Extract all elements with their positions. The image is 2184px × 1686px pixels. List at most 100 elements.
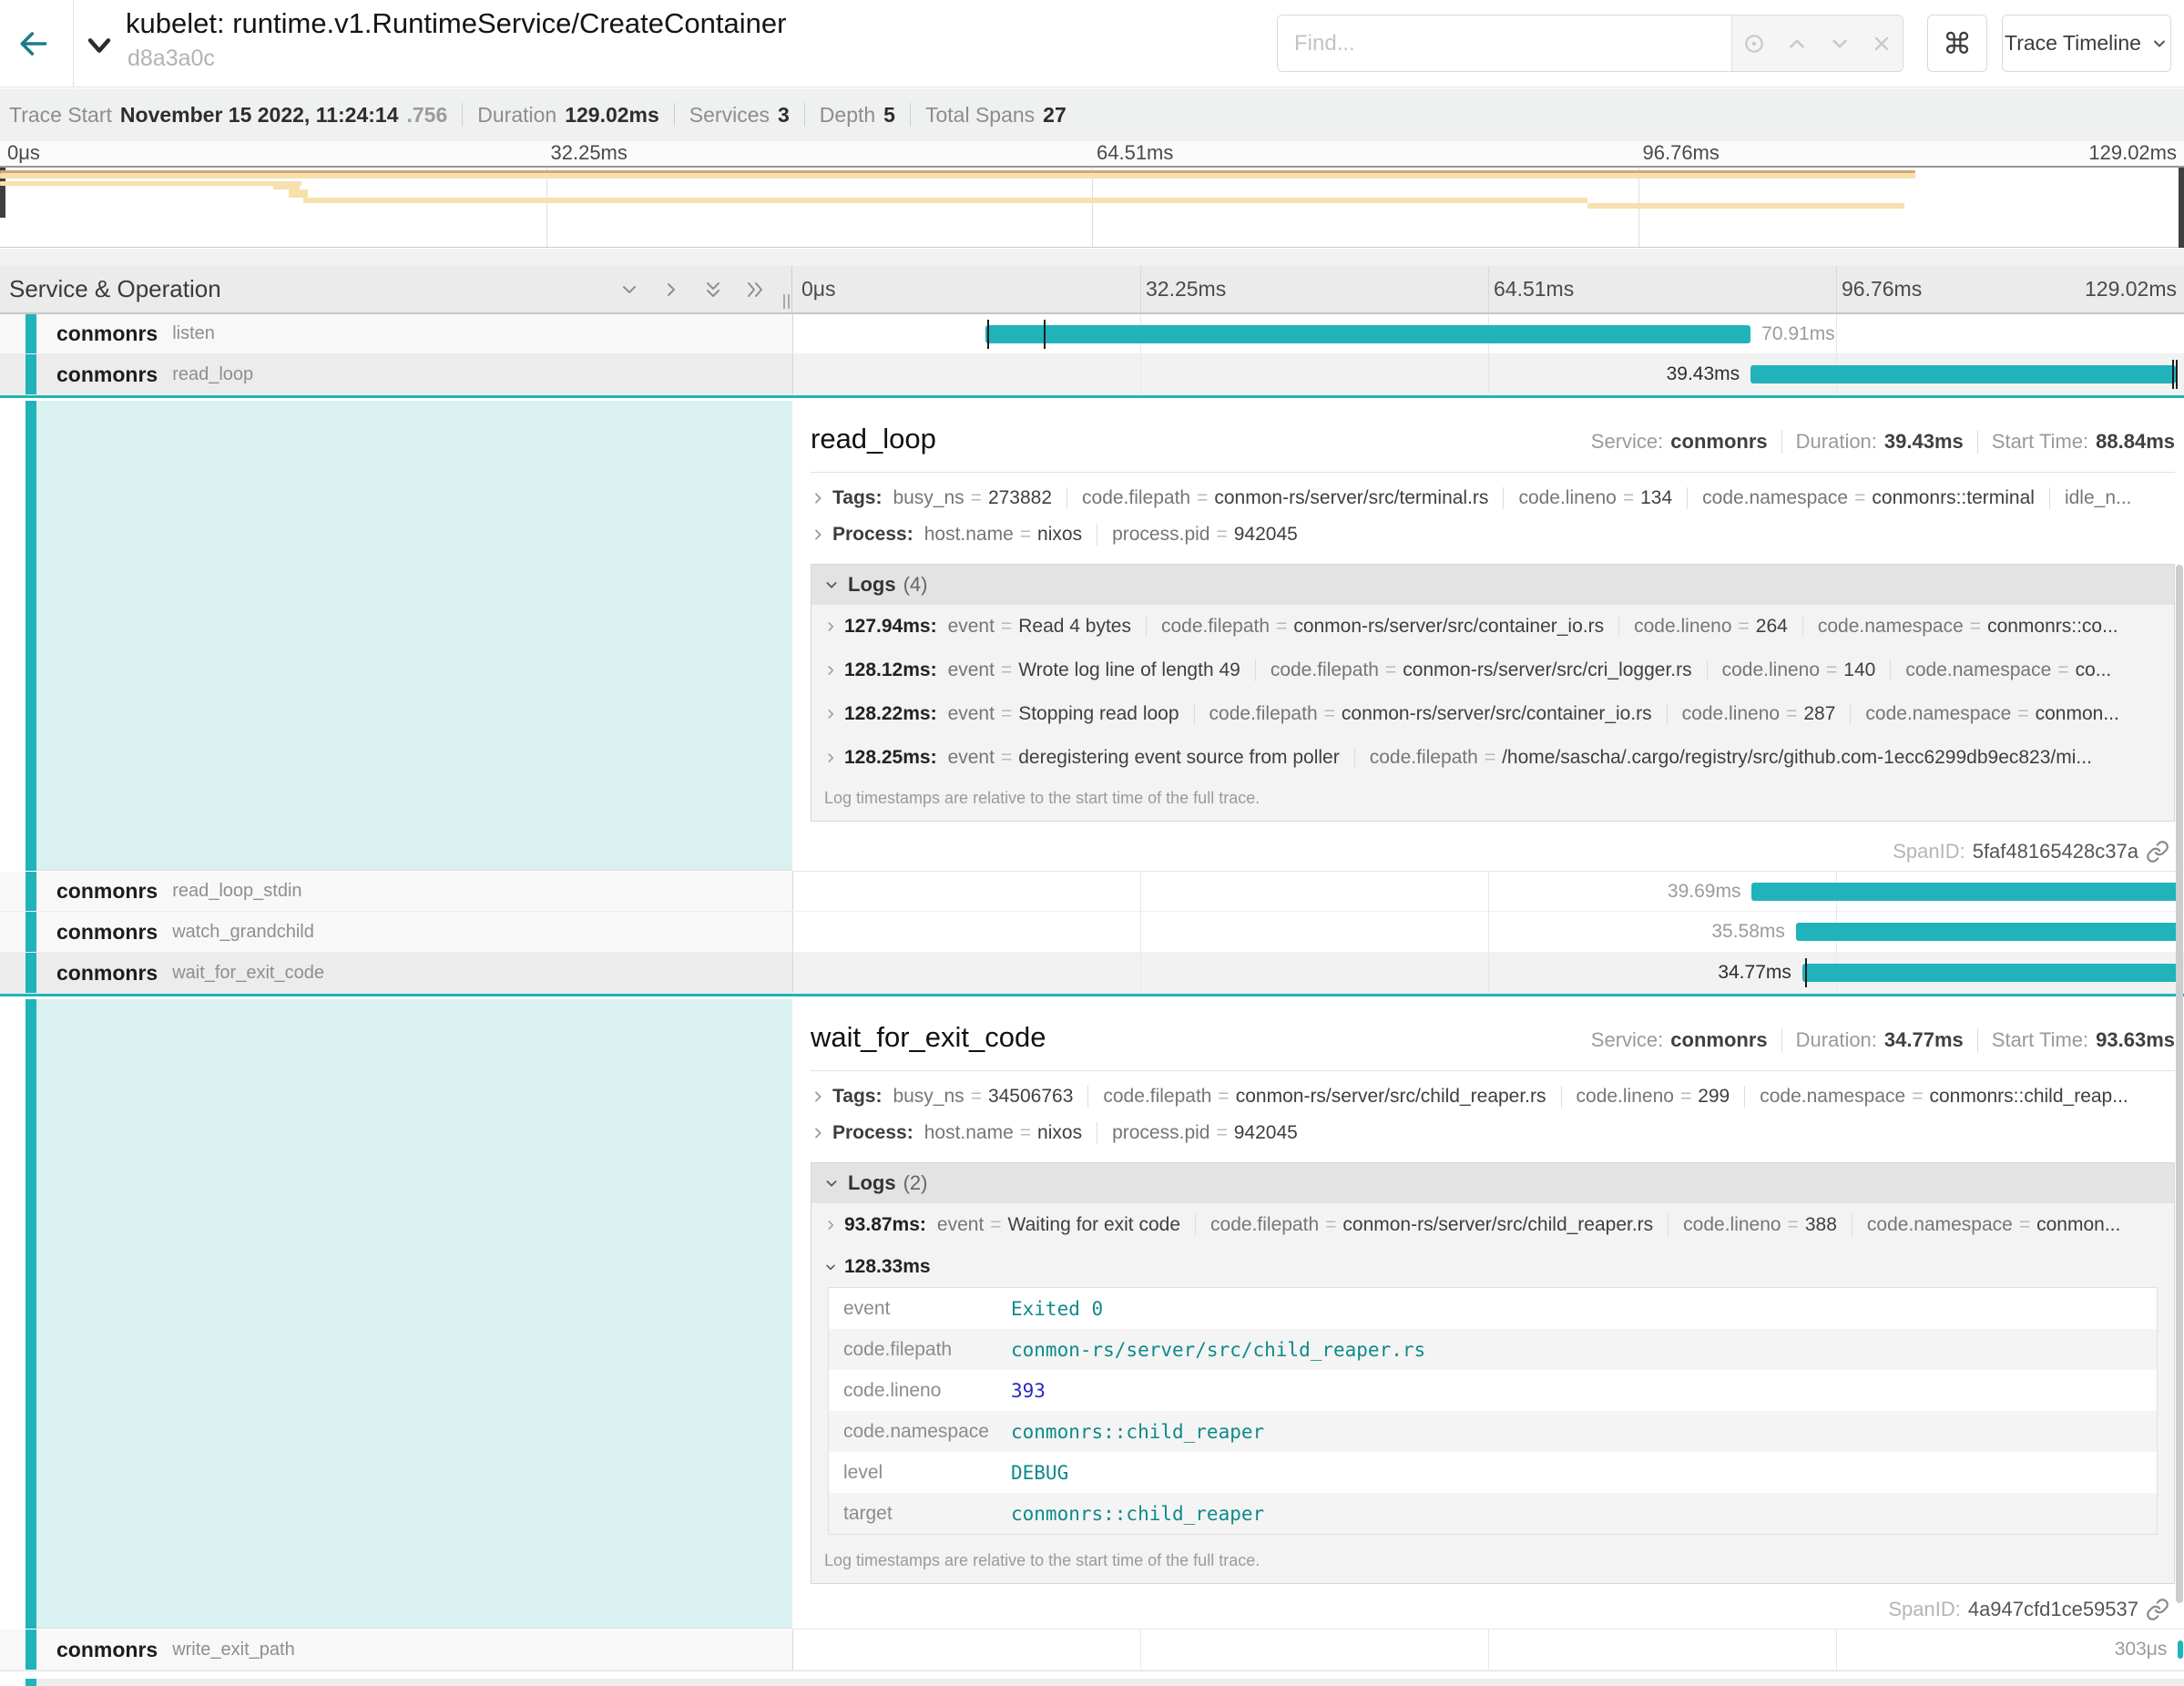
span-name-cell[interactable]: conmonrs write_exit_path [0,1630,792,1671]
tag-item: code.lineno=299 [1561,1086,1730,1108]
process-toggle[interactable]: Process: host.name=nixos process.pid=942… [811,524,2175,546]
span-timeline-cell[interactable]: 35.58ms [792,912,2184,953]
detail-divider [811,1070,2175,1071]
gridline [1140,912,1141,952]
log-entry[interactable]: 127.94ms: event=Read 4 bytes code.filepa… [811,605,2174,649]
tags-toggle[interactable]: Tags: busy_ns=273882 code.filepath=conmo… [811,487,2175,509]
log-field: event=Wrote log line of length 49 [948,659,1240,681]
operation-name: read_loop_stdin [172,881,301,902]
expand-one-icon[interactable] [660,279,682,301]
duration-value: 39.43ms [1884,430,1964,454]
log-entry[interactable]: 128.25ms: event=deregistering event sour… [811,736,2174,780]
span-bar[interactable] [1796,923,2179,941]
chevron-right-icon [824,708,837,720]
prev-match-icon[interactable] [1785,32,1809,56]
start-time-value: 93.63ms [2096,1028,2175,1052]
process-toggle[interactable]: Process: host.name=nixos process.pid=942… [811,1122,2175,1144]
trace-timeline-page: kubelet: runtime.v1.RuntimeService/Creat… [0,0,2184,1686]
span-bar[interactable] [985,325,1750,343]
span-timeline-cell[interactable]: 39.69ms [792,872,2184,912]
service-color-bar [26,953,36,993]
span-name-cell[interactable]: conmonrs read_loop [0,354,792,395]
trace-collapse-chevron-down-icon[interactable] [84,29,117,62]
kv-row: code.lineno393 [829,1370,2157,1411]
logs-toggle[interactable]: Logs (4) [811,565,2174,605]
span-row-watch-grandchild[interactable]: conmonrs watch_grandchild 35.58ms [0,912,2184,953]
expand-all-icon[interactable] [744,279,766,301]
gridline [1488,872,1489,911]
scroll-to-match-icon[interactable] [1742,32,1766,56]
log-timestamp: 128.25ms: [844,747,937,769]
span-bar[interactable] [1750,365,2176,383]
service-label: Service: [1591,1028,1663,1052]
span-tree-indent-bar [26,401,36,871]
span-row-wait-for-exit-code[interactable]: conmonrs wait_for_exit_code 34.77ms [0,953,2184,994]
service-name: conmonrs [56,920,158,945]
span-row-write-exit-path[interactable]: conmonrs write_exit_path 303μs [0,1630,2184,1671]
service-color-bar [26,354,36,394]
header-divider [73,0,74,87]
span-bar[interactable] [1802,964,2178,982]
copy-link-icon[interactable] [2146,840,2169,863]
log-entry[interactable]: 128.12ms: event=Wrote log line of length… [811,649,2174,692]
info-separator [1781,1028,1782,1052]
span-id-value: 5faf48165428c37a [1973,840,2138,863]
column-resizer[interactable] [783,294,790,309]
log-entry[interactable]: 93.87ms: event=Waiting for exit code cod… [811,1203,2174,1247]
logs-toggle[interactable]: Logs (2) [811,1163,2174,1203]
gridline [1140,354,1141,394]
collapse-one-icon[interactable] [618,279,640,301]
kv-row: levelDEBUG [829,1452,2157,1493]
span-name-cell[interactable]: conmonrs wait_for_exit_code [0,953,792,994]
logs-label: Logs [848,1171,896,1195]
back-button[interactable] [16,26,53,62]
service-color-bar [26,314,36,353]
tag-item: code.filepath=conmon-rs/server/src/child… [1087,1086,1546,1108]
minimap-span [1494,216,2175,223]
page-header: kubelet: runtime.v1.RuntimeService/Creat… [0,0,2184,87]
span-bar[interactable] [2178,1640,2183,1659]
log-entry[interactable]: 128.22ms: event=Stopping read loop code.… [811,692,2174,736]
scrub-handle-right[interactable] [2179,168,2184,248]
collapse-all-icon[interactable] [702,279,724,301]
depth-label: Depth [820,103,875,128]
duration-label: Duration: [1796,430,1877,454]
process-item: host.name=nixos [924,1122,1082,1144]
find-input[interactable] [1278,15,1731,71]
process-label: Process: [832,1122,913,1144]
span-name-cell[interactable]: conmonrs read_loop_stdin [0,872,792,912]
tick-label: 0μs [7,141,40,165]
next-match-icon[interactable] [1828,32,1852,56]
trace-view-selector[interactable]: Trace Timeline [2002,15,2171,72]
log-field: code.namespace=conmon... [1850,703,2118,725]
span-detail-card: read_loop Service:conmonrs Duration:39.4… [792,401,2184,872]
tags-toggle[interactable]: Tags: busy_ns=34506763 code.filepath=con… [811,1086,2175,1108]
copy-link-icon[interactable] [2146,1598,2169,1621]
gridline [1140,953,1141,993]
span-tree-indent-bar [26,999,36,1629]
span-timeline-cell[interactable]: 34.77ms [792,953,2184,994]
span-row-listen[interactable]: conmonrs listen 70.91ms [0,314,2184,354]
span-row-read-loop[interactable]: conmonrs read_loop 39.43ms [0,354,2184,395]
gridline [792,953,793,993]
span-timeline-cell[interactable]: 70.91ms [792,314,2184,354]
log-entry-expanded-toggle[interactable]: 128.33ms [811,1247,2174,1287]
operation-name: write_exit_path [172,1640,295,1660]
minimap-span [0,181,301,186]
keyboard-shortcuts-button[interactable]: ⌘ [1927,15,1987,72]
span-timeline-cell[interactable]: 39.43ms [792,354,2184,395]
scrollbar[interactable] [2176,565,2183,1603]
gridline [1488,953,1489,993]
chevron-right-icon [811,1089,825,1104]
span-bar[interactable] [1751,883,2179,901]
span-row-read-loop-stdin[interactable]: conmonrs read_loop_stdin 39.69ms [0,872,2184,912]
arrow-left-icon [16,26,51,61]
duration-label: Duration: [1796,1028,1877,1052]
log-marker [1805,958,1807,987]
clear-search-icon[interactable] [1871,33,1893,55]
span-name-cell[interactable]: conmonrs listen [0,314,792,354]
span-timeline-cell[interactable]: 303μs [792,1630,2184,1671]
service-value: conmonrs [1670,430,1767,454]
span-name-cell[interactable]: conmonrs watch_grandchild [0,912,792,953]
minimap-canvas[interactable] [0,166,2184,248]
